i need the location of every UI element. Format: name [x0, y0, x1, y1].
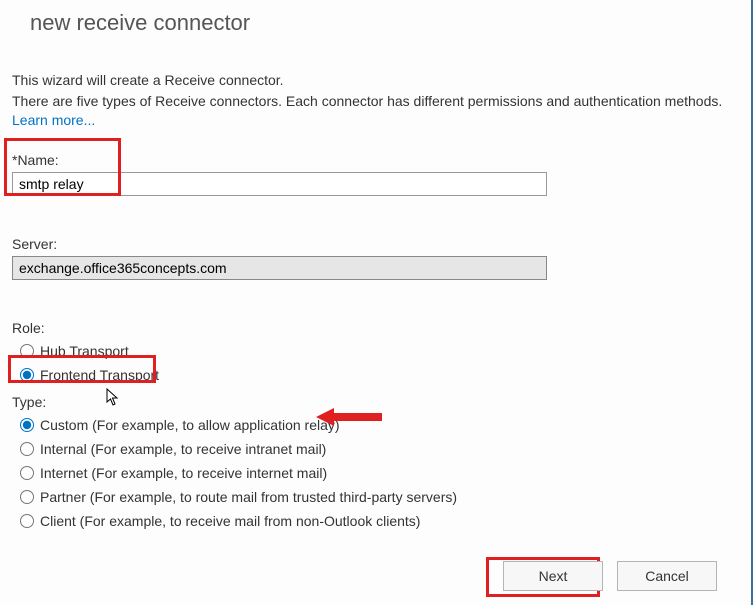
learn-more-link[interactable]: Learn more... — [12, 112, 95, 128]
type-label: Type: — [12, 394, 739, 410]
type-option-internal[interactable]: Internal (For example, to receive intran… — [20, 438, 739, 460]
type-radio-internal[interactable] — [20, 442, 34, 456]
cancel-button[interactable]: Cancel — [617, 561, 717, 591]
intro-line-2: There are five types of Receive connecto… — [12, 92, 739, 130]
role-option-hub[interactable]: Hub Transport — [20, 340, 739, 362]
name-input[interactable] — [12, 172, 547, 196]
type-option-partner-label: Partner (For example, to route mail from… — [40, 489, 457, 505]
intro-line-1: This wizard will create a Receive connec… — [12, 72, 739, 88]
type-option-custom[interactable]: Custom (For example, to allow applicatio… — [20, 414, 739, 436]
role-option-frontend[interactable]: Frontend Transport — [20, 364, 739, 386]
role-label: Role: — [12, 320, 739, 336]
role-option-frontend-label: Frontend Transport — [40, 367, 159, 383]
type-radio-custom[interactable] — [20, 418, 34, 432]
type-option-custom-label: Custom (For example, to allow applicatio… — [40, 417, 340, 433]
role-radio-frontend[interactable] — [20, 368, 34, 382]
type-option-internal-label: Internal (For example, to receive intran… — [40, 441, 326, 457]
server-input — [12, 256, 547, 280]
server-label: Server: — [12, 236, 739, 252]
type-option-client-label: Client (For example, to receive mail fro… — [40, 513, 420, 529]
role-radio-group: Hub Transport Frontend Transport — [12, 340, 739, 386]
type-radio-partner[interactable] — [20, 490, 34, 504]
type-option-internet-label: Internet (For example, to receive intern… — [40, 465, 327, 481]
next-button[interactable]: Next — [503, 561, 603, 591]
type-radio-group: Custom (For example, to allow applicatio… — [12, 414, 739, 532]
role-option-hub-label: Hub Transport — [40, 343, 129, 359]
type-radio-internet[interactable] — [20, 466, 34, 480]
type-radio-client[interactable] — [20, 514, 34, 528]
type-option-internet[interactable]: Internet (For example, to receive intern… — [20, 462, 739, 484]
type-option-client[interactable]: Client (For example, to receive mail fro… — [20, 510, 739, 532]
role-radio-hub[interactable] — [20, 344, 34, 358]
type-option-partner[interactable]: Partner (For example, to route mail from… — [20, 486, 739, 508]
wizard-footer: Next Cancel — [503, 561, 717, 591]
intro-line-2-text: There are five types of Receive connecto… — [12, 93, 722, 109]
page-title: new receive connector — [30, 10, 739, 36]
name-label: *Name: — [12, 152, 739, 168]
